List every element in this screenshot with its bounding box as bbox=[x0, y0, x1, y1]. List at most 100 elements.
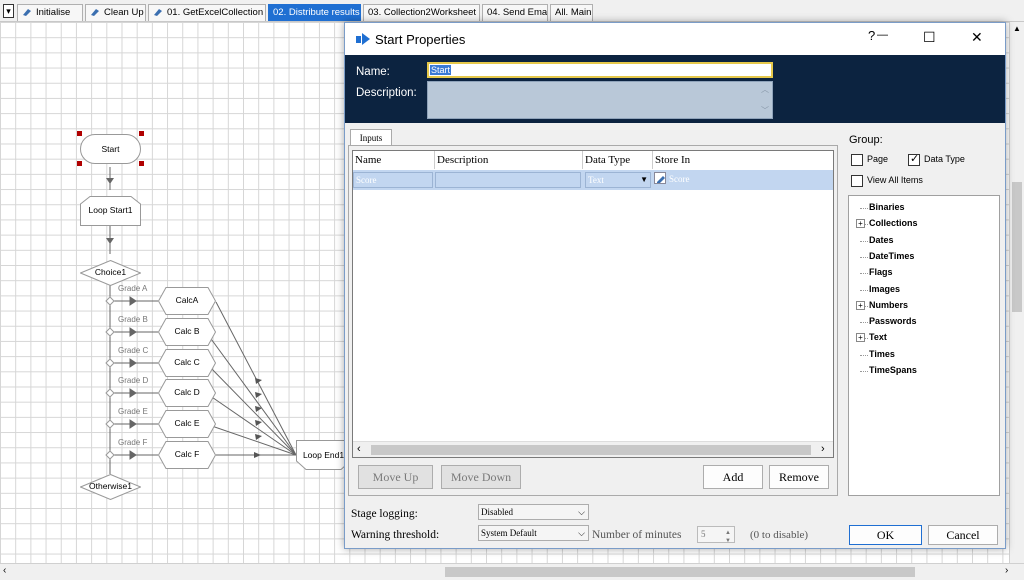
tab-03-collection2worksheet[interactable]: 03. Collection2Worksheet bbox=[363, 4, 480, 21]
calc-node-label: Calc D bbox=[174, 387, 200, 397]
horizontal-scroll-thumb[interactable] bbox=[371, 445, 811, 455]
tree-item[interactable]: Numbers bbox=[869, 300, 908, 310]
canvas-horizontal-scrollbar[interactable]: ‹ › bbox=[0, 563, 1024, 580]
column-header-data-type[interactable]: Data Type bbox=[583, 151, 653, 169]
group-label: Group: bbox=[849, 134, 883, 146]
warning-threshold-label: Warning threshold: bbox=[351, 529, 440, 541]
branch-connector bbox=[105, 296, 115, 306]
scroll-up-icon[interactable]: ▲ bbox=[1013, 24, 1021, 33]
cancel-button[interactable]: Cancel bbox=[928, 525, 998, 545]
scroll-right-icon[interactable]: › bbox=[821, 443, 825, 455]
grid-horizontal-scrollbar[interactable]: ‹ › bbox=[353, 441, 833, 457]
tab-all-main[interactable]: All. Main bbox=[550, 4, 593, 21]
maximize-button[interactable]: ☐ bbox=[923, 29, 936, 46]
row-data-type-cell[interactable]: Text ▼ bbox=[585, 172, 651, 188]
help-button[interactable]: ? bbox=[868, 28, 875, 43]
tree-connector bbox=[860, 273, 868, 275]
selection-handle[interactable] bbox=[77, 131, 82, 136]
remove-button[interactable]: Remove bbox=[769, 465, 829, 489]
ok-button[interactable]: OK bbox=[849, 525, 922, 545]
tab-01-getexcelcollection[interactable]: 01. GetExcelCollection bbox=[148, 4, 266, 21]
data-type-checkbox[interactable]: ✓ bbox=[908, 153, 920, 166]
scroll-right-icon[interactable]: › bbox=[1005, 565, 1008, 576]
branch-connector bbox=[105, 358, 115, 368]
row-data-type-value: Text bbox=[588, 175, 604, 185]
branch-arrow bbox=[129, 450, 137, 460]
tree-connector bbox=[860, 354, 868, 356]
tree-item[interactable]: Binaries bbox=[869, 202, 905, 212]
tree-item[interactable]: Images bbox=[869, 284, 900, 294]
column-header-name[interactable]: Name bbox=[353, 151, 435, 169]
scroll-left-icon[interactable]: ‹ bbox=[357, 443, 361, 455]
selection-handle[interactable] bbox=[139, 161, 144, 166]
column-header-description[interactable]: Description bbox=[435, 151, 583, 169]
start-node[interactable]: Start bbox=[80, 134, 141, 164]
calc-node[interactable]: Calc F bbox=[157, 441, 217, 469]
expand-icon[interactable]: + bbox=[856, 219, 865, 229]
calc-node[interactable]: CalcA bbox=[157, 287, 217, 315]
row-name-cell[interactable]: Score bbox=[353, 172, 433, 188]
close-button[interactable]: ✕ bbox=[971, 29, 983, 46]
calc-node[interactable]: Calc B bbox=[157, 318, 217, 346]
description-field[interactable]: ︿ ﹀ bbox=[427, 81, 773, 119]
tab-initialise[interactable]: Initialise bbox=[17, 4, 83, 21]
name-field-value: Start bbox=[430, 65, 452, 75]
column-header-store-in[interactable]: Store In bbox=[653, 151, 833, 169]
data-type-tree[interactable]: Binaries + Collections Dates DateTimes Flags I… bbox=[848, 195, 1000, 496]
branch-arrow bbox=[129, 388, 137, 398]
branch-connector bbox=[105, 450, 115, 460]
tab-04-send-email[interactable]: 04. Send Email bbox=[482, 4, 548, 21]
vertical-scroll-thumb[interactable] bbox=[1012, 182, 1022, 312]
page-link-icon bbox=[22, 6, 32, 16]
move-down-button[interactable]: Move Down bbox=[441, 465, 521, 489]
page-checkbox[interactable] bbox=[851, 154, 863, 166]
view-all-items-checkbox[interactable] bbox=[851, 175, 863, 187]
grade-label: Grade B bbox=[118, 315, 148, 324]
move-up-button[interactable]: Move Up bbox=[358, 465, 433, 489]
choice-label: Choice1 bbox=[94, 267, 127, 277]
tree-item[interactable]: Collections bbox=[869, 218, 918, 228]
tree-item[interactable]: Times bbox=[869, 349, 895, 359]
tab-inputs[interactable]: Inputs bbox=[350, 129, 392, 146]
page-checkbox-label: Page bbox=[867, 154, 889, 164]
loop-end-label: Loop End1 bbox=[302, 450, 345, 460]
tree-item[interactable]: Flags bbox=[869, 267, 893, 277]
expand-icon[interactable]: + bbox=[856, 300, 865, 310]
stepper-down-icon[interactable]: ▼ bbox=[725, 534, 731, 549]
minimize-button[interactable]: — bbox=[877, 29, 888, 41]
branch-connector bbox=[105, 419, 115, 429]
tab-clean-up[interactable]: Clean Up bbox=[85, 4, 146, 21]
tree-connector bbox=[860, 289, 868, 291]
warning-threshold-select[interactable]: System Default ⌵ bbox=[478, 525, 589, 541]
calc-node[interactable]: Calc E bbox=[157, 410, 217, 438]
tree-item[interactable]: Passwords bbox=[869, 316, 917, 326]
tree-connector bbox=[860, 240, 868, 242]
scroll-down-icon[interactable]: ﹀ bbox=[761, 105, 769, 116]
calc-node[interactable]: Calc D bbox=[157, 379, 217, 407]
tab-dropdown-button[interactable]: ▾ bbox=[3, 4, 14, 18]
selection-handle[interactable] bbox=[77, 161, 82, 166]
horizontal-scroll-thumb[interactable] bbox=[445, 567, 915, 577]
warning-threshold-value: System Default bbox=[481, 528, 537, 538]
selection-handle[interactable] bbox=[139, 131, 144, 136]
inputs-grid[interactable]: Name Description Data Type Store In Scor… bbox=[352, 150, 834, 458]
add-button[interactable]: Add bbox=[703, 465, 763, 489]
expand-icon[interactable]: + bbox=[856, 333, 865, 343]
scroll-left-icon[interactable]: ‹ bbox=[3, 565, 6, 576]
name-field[interactable]: Start bbox=[427, 62, 773, 78]
table-row[interactable]: Score Text ▼ Score bbox=[353, 170, 833, 190]
store-in-value: Score bbox=[669, 174, 690, 184]
dialog-title-bar[interactable]: Start Properties ? — ☐ ✕ bbox=[345, 23, 1005, 55]
store-in-cell[interactable]: Score bbox=[654, 172, 774, 188]
stage-logging-select[interactable]: Disabled ⌵ bbox=[478, 504, 589, 520]
chevron-down-icon[interactable]: ▼ bbox=[640, 173, 648, 187]
row-description-cell[interactable] bbox=[435, 172, 581, 188]
tree-item[interactable]: DateTimes bbox=[869, 251, 914, 261]
tree-item[interactable]: Text bbox=[869, 332, 887, 342]
tree-item[interactable]: Dates bbox=[869, 235, 894, 245]
tree-item[interactable]: TimeSpans bbox=[869, 365, 917, 375]
tab-02-distribute-results[interactable]: 02. Distribute results bbox=[268, 4, 361, 21]
scroll-up-icon[interactable]: ︿ bbox=[761, 84, 769, 95]
minutes-stepper[interactable]: 5 ▲ ▼ bbox=[697, 526, 735, 544]
calc-node[interactable]: Calc C bbox=[157, 349, 217, 377]
